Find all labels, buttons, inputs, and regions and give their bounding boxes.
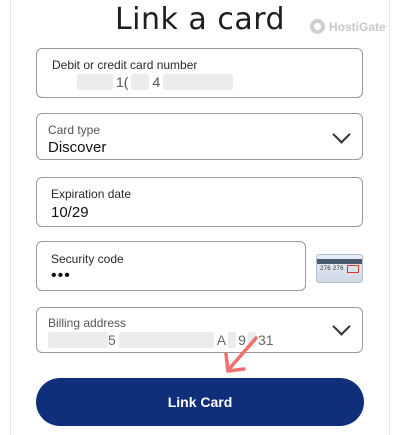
card-number-label: Debit or credit card number [52,58,198,72]
link-card-button[interactable]: Link Card [36,378,364,426]
chevron-down-icon [332,317,351,336]
billing-address-label: Billing address [48,316,127,330]
card-type-label: Card type [48,123,101,137]
chevron-down-icon [332,125,351,144]
billing-address-select[interactable]: Billing address 5 A 9 31 [36,307,363,353]
card-number-field[interactable]: Debit or credit card number 1( 4 [36,48,363,98]
watermark-logo-icon [310,19,325,34]
security-code-value: ••• [51,267,71,284]
watermark: HostiGate [310,19,386,34]
expiration-date-field[interactable]: Expiration date 10/29 [36,177,363,227]
watermark-text: HostiGate [329,19,386,34]
card-type-select[interactable]: Card type Discover [36,113,363,160]
security-code-field[interactable]: Security code ••• [36,241,306,291]
card-number-value: 1( 4 [77,74,234,90]
credit-card-back-icon: 276 276 [316,254,363,283]
card-type-value: Discover [48,139,107,156]
frame-left-border [10,0,11,435]
frame-right-border [389,0,390,435]
security-code-label: Security code [51,252,124,266]
expiration-date-value: 10/29 [51,204,89,221]
arrow-icon [224,336,258,373]
expiration-date-label: Expiration date [51,187,132,201]
